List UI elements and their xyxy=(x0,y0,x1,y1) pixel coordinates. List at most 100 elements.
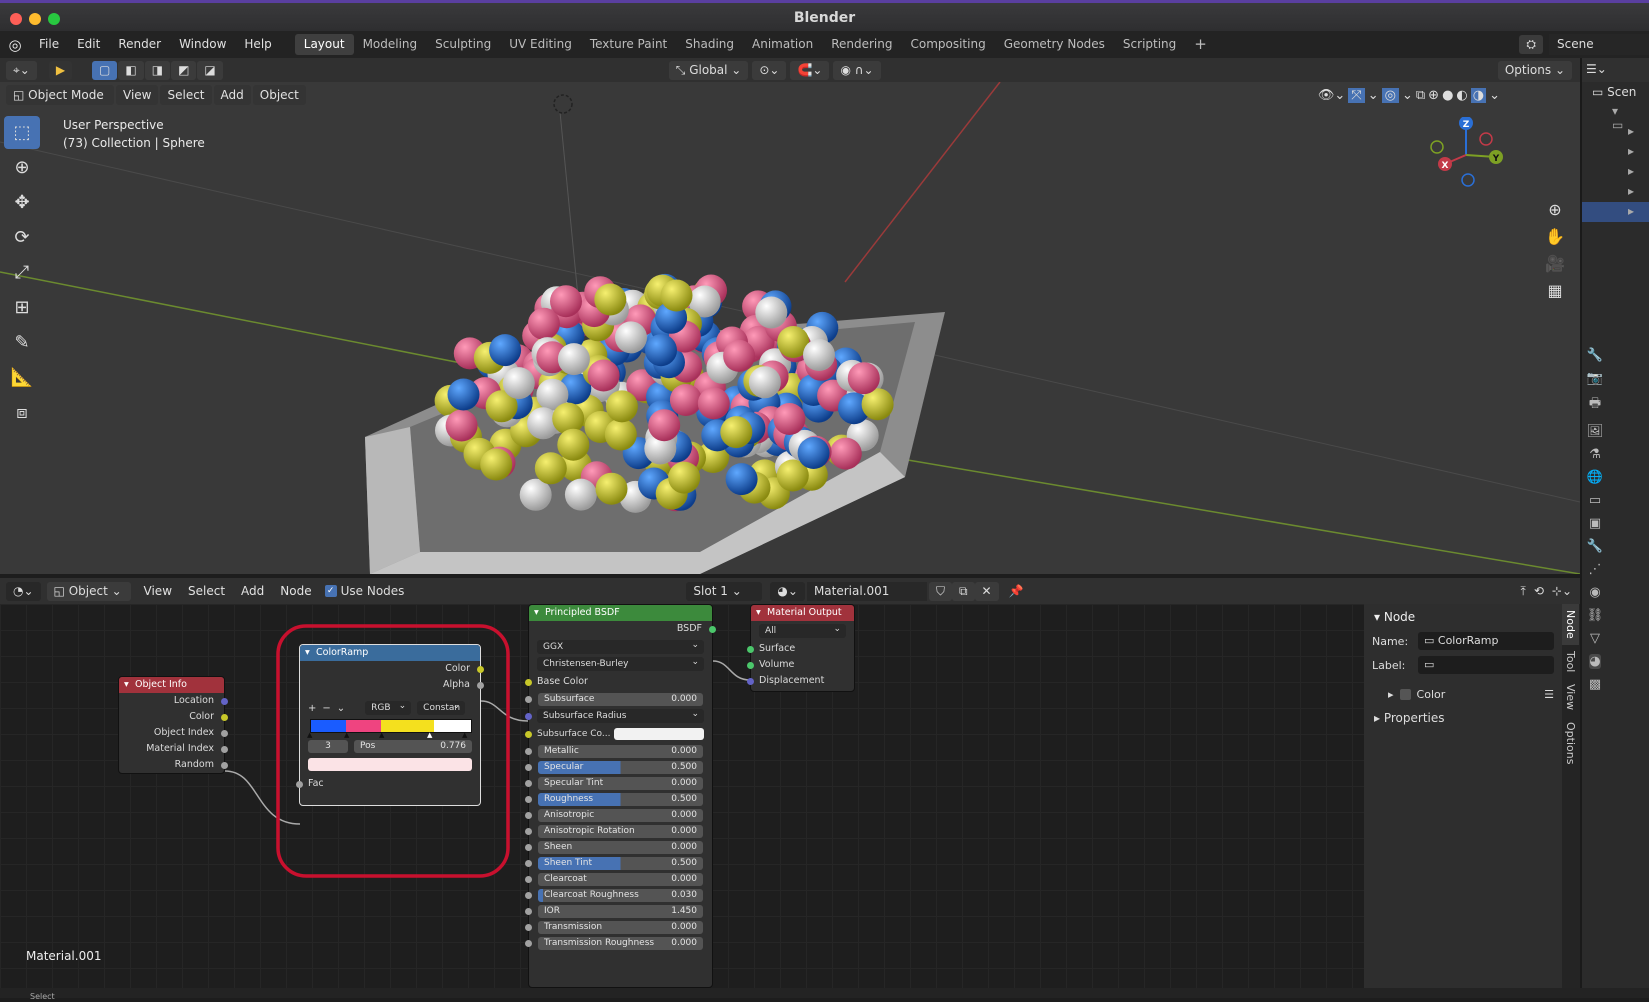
field-roughness[interactable]: Roughness 0.500 xyxy=(525,793,703,806)
field-transmission-roughness[interactable]: Transmission Roughness 0.000 xyxy=(525,937,703,950)
sidebar-tab-view[interactable]: View xyxy=(1562,678,1579,716)
node-snap-icon[interactable]: ⊹⌄ xyxy=(1552,584,1572,599)
socket[interactable] xyxy=(525,892,532,899)
rendered-shading-icon[interactable]: ◑ xyxy=(1470,87,1487,103)
socket[interactable] xyxy=(525,860,532,867)
socket[interactable] xyxy=(525,908,532,915)
socket[interactable] xyxy=(525,713,532,720)
tab-geometry-nodes[interactable]: Geometry Nodes xyxy=(995,34,1114,55)
select-invert-icon[interactable]: ◩ xyxy=(171,60,197,80)
options-dropdown[interactable]: Options ⌄ xyxy=(1497,60,1572,80)
color-checkbox[interactable] xyxy=(1399,689,1411,700)
measure-tool-icon[interactable]: 📐 xyxy=(4,361,40,394)
node-editor-type-icon[interactable]: ◔⌄ xyxy=(6,581,41,601)
sidebar-tab-options[interactable]: Options xyxy=(1562,716,1579,770)
tab-layout[interactable]: Layout xyxy=(294,34,354,55)
socket[interactable] xyxy=(221,746,228,753)
scene-properties-icon[interactable]: ⚗ xyxy=(1589,447,1601,462)
color-mode-dropdown[interactable]: RGB xyxy=(365,699,412,715)
socket[interactable] xyxy=(525,696,532,703)
field-anisotropic-rotation[interactable]: Anisotropic Rotation 0.000 xyxy=(525,825,703,838)
transform-orientation-dropdown[interactable]: ⤡ Global ⌄ xyxy=(668,60,749,80)
viewport-menu-view[interactable]: View xyxy=(116,85,159,105)
select-new-icon[interactable]: ▢ xyxy=(92,60,118,80)
socket[interactable] xyxy=(525,748,532,755)
add-stop-icon[interactable]: + xyxy=(308,703,316,714)
socket[interactable] xyxy=(477,666,484,673)
select-intersect-icon[interactable]: ◪ xyxy=(197,60,223,80)
world-properties-icon[interactable]: 🌐 xyxy=(1587,470,1603,485)
scene-name-field[interactable]: Scene xyxy=(1549,34,1649,55)
color-subpanel[interactable]: ▸ Color ☰ xyxy=(1364,678,1562,705)
snap-nodes-icon[interactable]: ⟲ xyxy=(1534,584,1544,599)
tool-properties-icon[interactable]: 🔧 xyxy=(1587,348,1603,363)
subsurface-method-dropdown[interactable]: Christensen-Burley xyxy=(537,655,704,671)
outliner-row[interactable]: ▸ xyxy=(1582,142,1649,162)
stop-position-field[interactable]: Pos 0.776 xyxy=(354,740,472,753)
outliner-row[interactable]: ▸ xyxy=(1582,182,1649,202)
viewport-menu-add[interactable]: Add xyxy=(213,85,251,105)
viewport-menu-object[interactable]: Object xyxy=(252,85,306,105)
remove-stop-icon[interactable]: − xyxy=(322,703,330,714)
add-workspace-icon[interactable]: + xyxy=(1185,34,1216,55)
outliner-editor-icon[interactable]: ☰⌄ xyxy=(1586,62,1607,76)
subsurface-radius-dropdown[interactable]: Subsurface Radius xyxy=(525,707,704,723)
physics-icon[interactable]: ◉ xyxy=(1589,585,1600,600)
color-ramp-bar[interactable]: ▲ ▲ ▲ ▲ ▲ xyxy=(307,719,472,739)
menu-edit[interactable]: Edit xyxy=(68,31,109,58)
overlay-toggle-icon[interactable]: ◎ xyxy=(1381,87,1399,103)
annotate-tool-icon[interactable]: ✎ xyxy=(4,326,40,359)
outliner-row-selected[interactable]: ▸ xyxy=(1582,202,1649,222)
tab-uv-editing[interactable]: UV Editing xyxy=(500,34,581,55)
material-browse-icon[interactable]: ◕⌄ xyxy=(770,581,805,601)
tweak-select-icon[interactable]: ▶ xyxy=(48,60,73,80)
tab-scripting[interactable]: Scripting xyxy=(1114,34,1185,55)
texture-properties-icon[interactable]: ▩ xyxy=(1589,677,1601,692)
editor-type-icon[interactable]: ⌖⌄ xyxy=(6,60,37,80)
properties-section-header[interactable]: ▸ Properties xyxy=(1364,705,1562,731)
field-sheen-tint[interactable]: Sheen Tint 0.500 xyxy=(525,857,703,870)
outliner-row[interactable]: ▸ xyxy=(1582,162,1649,182)
target-dropdown[interactable]: All xyxy=(759,622,846,638)
view-layer-icon[interactable]: 🖼 xyxy=(1587,424,1604,439)
socket[interactable] xyxy=(525,940,532,947)
node-section-header[interactable]: ▾ Node xyxy=(1364,604,1562,630)
node-label-field[interactable]: ▭ xyxy=(1418,656,1554,674)
zoom-icon[interactable]: ⊕ xyxy=(1543,200,1567,219)
select-box-tool-icon[interactable]: ⬚ xyxy=(4,116,40,149)
slot-dropdown[interactable]: Slot 1 ⌄ xyxy=(686,581,763,601)
material-shading-icon[interactable]: ◐ xyxy=(1456,88,1467,103)
socket[interactable] xyxy=(709,626,716,633)
transform-tool-icon[interactable]: ⊞ xyxy=(4,291,40,324)
viewport-menu-select[interactable]: Select xyxy=(160,85,212,105)
unlink-material-icon[interactable]: ✕ xyxy=(974,581,999,601)
scale-tool-icon[interactable]: ⤢ xyxy=(4,256,40,289)
principled-bsdf-node[interactable]: Principled BSDF BSDF GGX Christensen-Bur… xyxy=(525,604,716,988)
field-transmission[interactable]: Transmission 0.000 xyxy=(525,921,703,934)
socket[interactable] xyxy=(221,714,228,721)
socket[interactable] xyxy=(747,662,754,669)
duplicate-material-icon[interactable]: ⧉ xyxy=(951,581,975,601)
field-anisotropic[interactable]: Anisotropic 0.000 xyxy=(525,809,703,822)
particles-icon[interactable]: ⋰ xyxy=(1589,562,1602,577)
field-ior[interactable]: IOR 1.450 xyxy=(525,905,703,918)
field-specular[interactable]: Specular 0.500 xyxy=(525,761,703,774)
pan-hand-icon[interactable]: ✋ xyxy=(1543,227,1567,246)
node-menu-add[interactable]: Add xyxy=(234,581,271,601)
object-mode-dropdown[interactable]: ◱ Object Mode ⌄ xyxy=(6,85,114,122)
pivot-point-icon[interactable]: ⊙⌄ xyxy=(752,60,787,80)
select-subtract-icon[interactable]: ◨ xyxy=(144,60,171,80)
blender-logo-icon[interactable]: ◎ xyxy=(0,36,30,54)
data-properties-icon[interactable]: ▽ xyxy=(1590,631,1600,646)
sidebar-tab-tool[interactable]: Tool xyxy=(1562,645,1579,678)
distribution-dropdown[interactable]: GGX xyxy=(537,638,704,654)
socket[interactable] xyxy=(525,844,532,851)
sidebar-tab-node[interactable]: Node xyxy=(1562,604,1579,645)
socket[interactable] xyxy=(525,924,532,931)
tab-compositing[interactable]: Compositing xyxy=(901,34,994,55)
menu-help[interactable]: Help xyxy=(235,31,280,58)
tab-sculpting[interactable]: Sculpting xyxy=(426,34,500,55)
socket[interactable] xyxy=(296,781,303,788)
move-tool-icon[interactable]: ✥ xyxy=(4,186,40,219)
tab-rendering[interactable]: Rendering xyxy=(822,34,901,55)
